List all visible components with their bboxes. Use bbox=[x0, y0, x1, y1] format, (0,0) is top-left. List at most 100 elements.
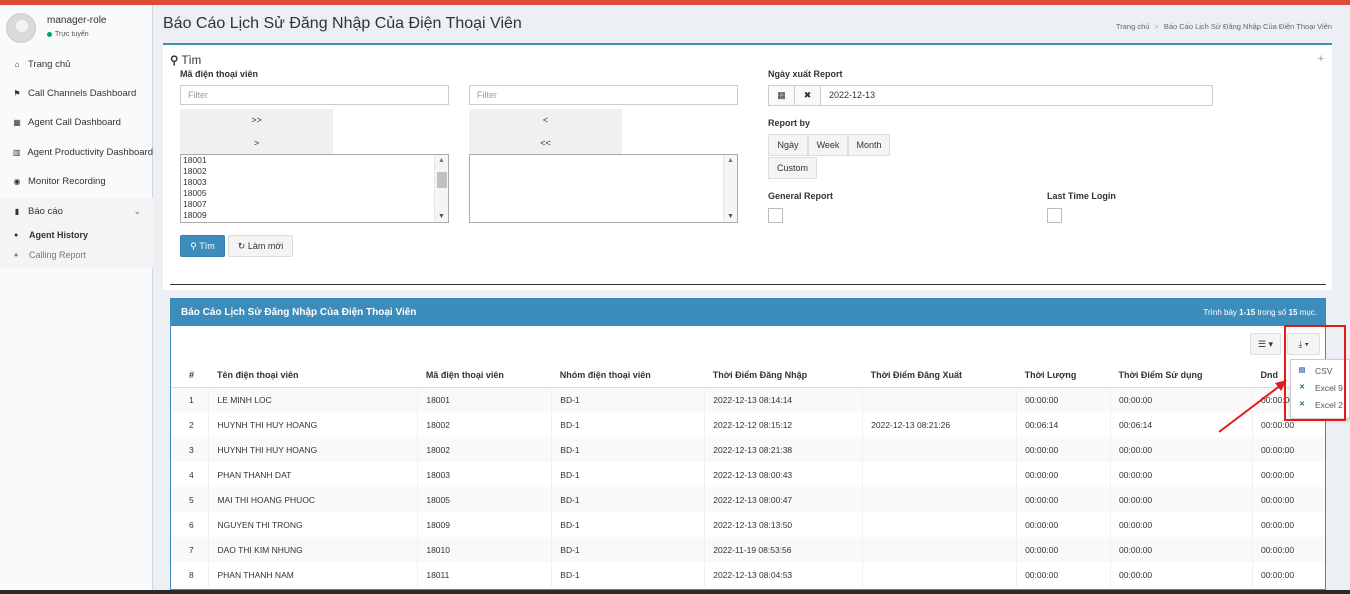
column-header[interactable]: Tên điện thoại viên bbox=[208, 364, 418, 388]
expand-icon[interactable]: + bbox=[1318, 53, 1324, 65]
column-header[interactable]: Mã điện thoại viên bbox=[417, 364, 552, 388]
scroll-thumb[interactable] bbox=[437, 172, 447, 188]
table-cell: 18002 bbox=[417, 437, 553, 462]
calendar-icon[interactable]: ▦ bbox=[769, 86, 795, 105]
table-cell: 00:00:00 bbox=[1016, 562, 1112, 587]
report-by-day-button[interactable]: Ngày bbox=[768, 134, 808, 156]
record-icon: ◉ bbox=[13, 176, 21, 186]
export-date-field[interactable]: ▦ ✖ 2022-12-13 bbox=[768, 85, 1213, 106]
table-cell: 18005 bbox=[417, 487, 553, 512]
scrollbar[interactable]: ▲ ▼ bbox=[723, 155, 737, 222]
column-header[interactable]: Thời Lượng bbox=[1016, 364, 1111, 388]
report-by-month-button[interactable]: Month bbox=[848, 134, 890, 156]
scrollbar[interactable]: ▲ ▼ bbox=[434, 155, 448, 222]
sidebar-item-agent-call-dashboard[interactable]: ▦ Agent Call Dashboard bbox=[0, 109, 153, 135]
grid-icon: ▦ bbox=[13, 117, 21, 127]
last-time-login-checkbox[interactable] bbox=[1047, 208, 1062, 223]
breadcrumb-separator-icon: > bbox=[1154, 22, 1159, 31]
table-cell: 00:00:00 bbox=[1110, 387, 1253, 412]
column-header[interactable]: Nhóm điện thoại viên bbox=[551, 364, 705, 388]
column-header[interactable]: Thời Điểm Đăng Xuất bbox=[862, 364, 1017, 388]
sidebar-subitem-calling-report[interactable]: ● Calling Report bbox=[0, 246, 153, 264]
table-cell: 2022-11-19 08:53:56 bbox=[704, 537, 864, 562]
sidebar-item-call-channels-dashboard[interactable]: ⚑ Call Channels Dashboard bbox=[0, 80, 153, 106]
move-all-left-button[interactable]: << bbox=[469, 132, 622, 154]
table-cell: 2022-12-13 08:00:43 bbox=[704, 462, 864, 487]
table-cell: BD-1 bbox=[551, 537, 706, 562]
table-cell: 1 bbox=[171, 387, 210, 412]
report-by-custom-button[interactable]: Custom bbox=[768, 157, 817, 179]
book-icon: ▮ bbox=[14, 206, 20, 216]
top-header-bar bbox=[0, 0, 1350, 5]
table-cell bbox=[862, 387, 1018, 412]
table-cell: BD-1 bbox=[551, 562, 706, 587]
scroll-up-icon[interactable]: ▲ bbox=[727, 157, 734, 164]
table-cell bbox=[862, 462, 1018, 487]
scroll-up-icon[interactable]: ▲ bbox=[438, 157, 445, 164]
sidebar-item-label: Call Channels Dashboard bbox=[28, 87, 137, 99]
table-cell: 2022-12-13 08:14:14 bbox=[704, 387, 864, 412]
column-header[interactable]: Thời Điểm Đăng Nhập bbox=[704, 364, 863, 388]
sidebar-item-label: Agent Call Dashboard bbox=[28, 116, 121, 128]
table-row[interactable]: 6 NGUYEN THI TRONG 18009 BD-1 2022-12-13… bbox=[171, 512, 1325, 537]
sidebar-item-home[interactable]: ⌂ Trang chủ bbox=[0, 51, 153, 77]
general-report-checkbox[interactable] bbox=[768, 208, 783, 223]
table-row[interactable]: 8 PHAN THANH NAM 18011 BD-1 2022-12-13 0… bbox=[171, 562, 1325, 587]
table-cell: 00:00:00 bbox=[1252, 462, 1325, 487]
table-cell: 2 bbox=[171, 412, 210, 437]
summary-total: 15 bbox=[1288, 308, 1298, 317]
list-item[interactable]: 18005 bbox=[181, 188, 448, 199]
export-date-value[interactable]: 2022-12-13 bbox=[821, 86, 875, 105]
available-filter-input[interactable]: Filter bbox=[180, 85, 449, 105]
sidebar-item-reports[interactable]: ▮ Báo cáo bbox=[0, 198, 153, 224]
sidebar-item-monitor-recording[interactable]: ◉ Monitor Recording bbox=[0, 168, 153, 194]
list-item[interactable]: 18002 bbox=[181, 166, 448, 177]
sidebar-item-agent-productivity-dashboard[interactable]: ▥ Agent Productivity Dashboard bbox=[0, 139, 153, 165]
move-all-right-button[interactable]: >> bbox=[180, 109, 333, 131]
report-by-week-button[interactable]: Week bbox=[808, 134, 848, 156]
sidebar-group-reports: ▮ Báo cáo ⌄ ● Agent History ● Calling Repor… bbox=[0, 198, 153, 268]
move-left-button[interactable]: < bbox=[469, 109, 622, 131]
table-row[interactable]: 5 MAI THI HOANG PHUOC 18005 BD-1 2022-12… bbox=[171, 487, 1325, 512]
clear-date-icon[interactable]: ✖ bbox=[795, 86, 821, 105]
sidebar-subitem-label: Calling Report bbox=[29, 250, 87, 260]
table-cell: 00:00:00 bbox=[1110, 512, 1253, 537]
sidebar-subitem-agent-history[interactable]: ● Agent History bbox=[0, 226, 153, 244]
breadcrumb-home-link[interactable]: Trang chủ bbox=[1116, 22, 1150, 31]
list-item[interactable]: 18001 bbox=[181, 155, 448, 166]
table-row[interactable]: 3 HUYNH THI HUY HOANG 18002 BD-1 2022-12… bbox=[171, 437, 1325, 462]
table-row[interactable]: 4 PHAN THANH DAT 18003 BD-1 2022-12-13 0… bbox=[171, 462, 1325, 487]
selected-agents-list[interactable]: ▲ ▼ bbox=[469, 154, 738, 223]
scroll-down-icon[interactable]: ▼ bbox=[438, 213, 445, 220]
list-item[interactable]: 18009 bbox=[181, 210, 448, 221]
table-row[interactable]: 1 LE MINH LOC 18001 BD-1 2022-12-13 08:1… bbox=[171, 387, 1325, 412]
user-panel: manager-role Trực tuyến bbox=[0, 5, 153, 49]
table-cell: 4 bbox=[171, 462, 210, 487]
selected-filter-input[interactable]: Filter bbox=[469, 85, 738, 105]
table-cell: BD-1 bbox=[551, 387, 706, 412]
scroll-down-icon[interactable]: ▼ bbox=[727, 213, 734, 220]
user-status: Trực tuyến bbox=[47, 31, 89, 38]
table-cell: 00:00:00 bbox=[1252, 487, 1325, 512]
list-item[interactable]: 18003 bbox=[181, 177, 448, 188]
summary-mid: trong số bbox=[1257, 308, 1287, 317]
search-button[interactable]: ⚲ Tìm bbox=[180, 235, 225, 257]
list-item[interactable]: 18007 bbox=[181, 199, 448, 210]
chevron-down-icon[interactable]: ⌄ bbox=[133, 206, 141, 217]
move-right-button[interactable]: > bbox=[180, 132, 333, 154]
flag-icon: ⚑ bbox=[13, 88, 21, 98]
search-panel: ⚲ Tìm + Mã điện thoại viên Filter Filter… bbox=[163, 43, 1332, 290]
divider bbox=[170, 284, 1326, 285]
column-header[interactable]: # bbox=[171, 364, 209, 388]
table-cell: 00:00:00 bbox=[1252, 512, 1325, 537]
annotation-highlight-box bbox=[1284, 325, 1346, 421]
table-row[interactable]: 2 HUYNH THI HUY HOANG 18002 BD-1 2022-12… bbox=[171, 412, 1325, 437]
breadcrumb: Trang chủ > Báo Cáo Lịch Sử Đăng Nhập Của … bbox=[1116, 22, 1332, 31]
columns-toggle-button[interactable]: ☰ ▾ bbox=[1250, 333, 1281, 355]
table-row[interactable]: 7 DAO THI KIM NHUNG 18010 BD-1 2022-11-1… bbox=[171, 537, 1325, 562]
agent-code-label: Mã điện thoại viên bbox=[180, 69, 259, 79]
reset-button[interactable]: ↻ Làm mới bbox=[228, 235, 293, 257]
results-summary: Trình bày 1-15 trong số 15 mục. bbox=[1203, 308, 1317, 317]
available-agents-list[interactable]: 18001 18002 18003 18005 18007 18009 ▲ ▼ bbox=[180, 154, 449, 223]
column-header[interactable]: Thời Điểm Sử dụng bbox=[1110, 364, 1253, 388]
